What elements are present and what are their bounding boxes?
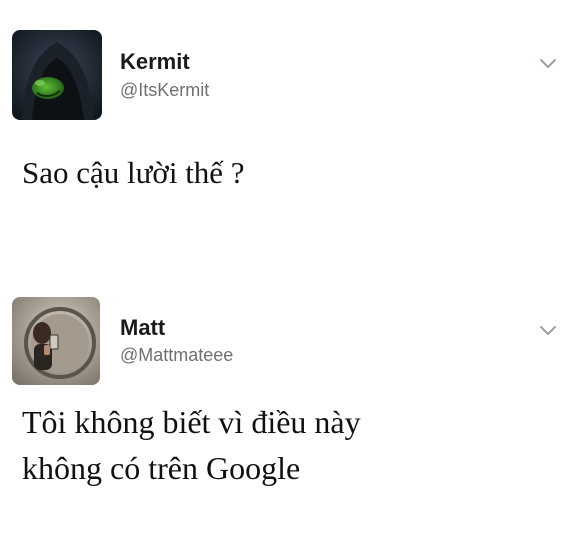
user-handle[interactable]: @Mattmateee <box>120 345 233 366</box>
hooded-kermit-avatar-image <box>12 30 102 120</box>
tweet-text-line: Tôi không biết vì điều này <box>22 404 361 440</box>
display-name[interactable]: Kermit <box>120 49 190 75</box>
display-name[interactable]: Matt <box>120 315 165 341</box>
kermit-avatar[interactable] <box>12 30 102 120</box>
mirror-selfie-avatar-image <box>12 297 100 385</box>
chevron-down-icon[interactable] <box>538 324 558 338</box>
tweet-text: Sao cậu lười thế ? <box>22 155 245 190</box>
tweet-matt: Matt @Mattmateee Tôi không biết vì điều … <box>0 285 576 553</box>
tweet-kermit: Kermit @ItsKermit Sao cậu lười thế ? <box>0 0 576 270</box>
chevron-down-icon[interactable] <box>538 57 558 71</box>
user-handle[interactable]: @ItsKermit <box>120 80 209 101</box>
matt-avatar[interactable] <box>12 297 100 385</box>
tweet-text: Tôi không biết vì điều này không có trên… <box>22 399 556 491</box>
tweet-text-line: không có trên Google <box>22 450 301 486</box>
